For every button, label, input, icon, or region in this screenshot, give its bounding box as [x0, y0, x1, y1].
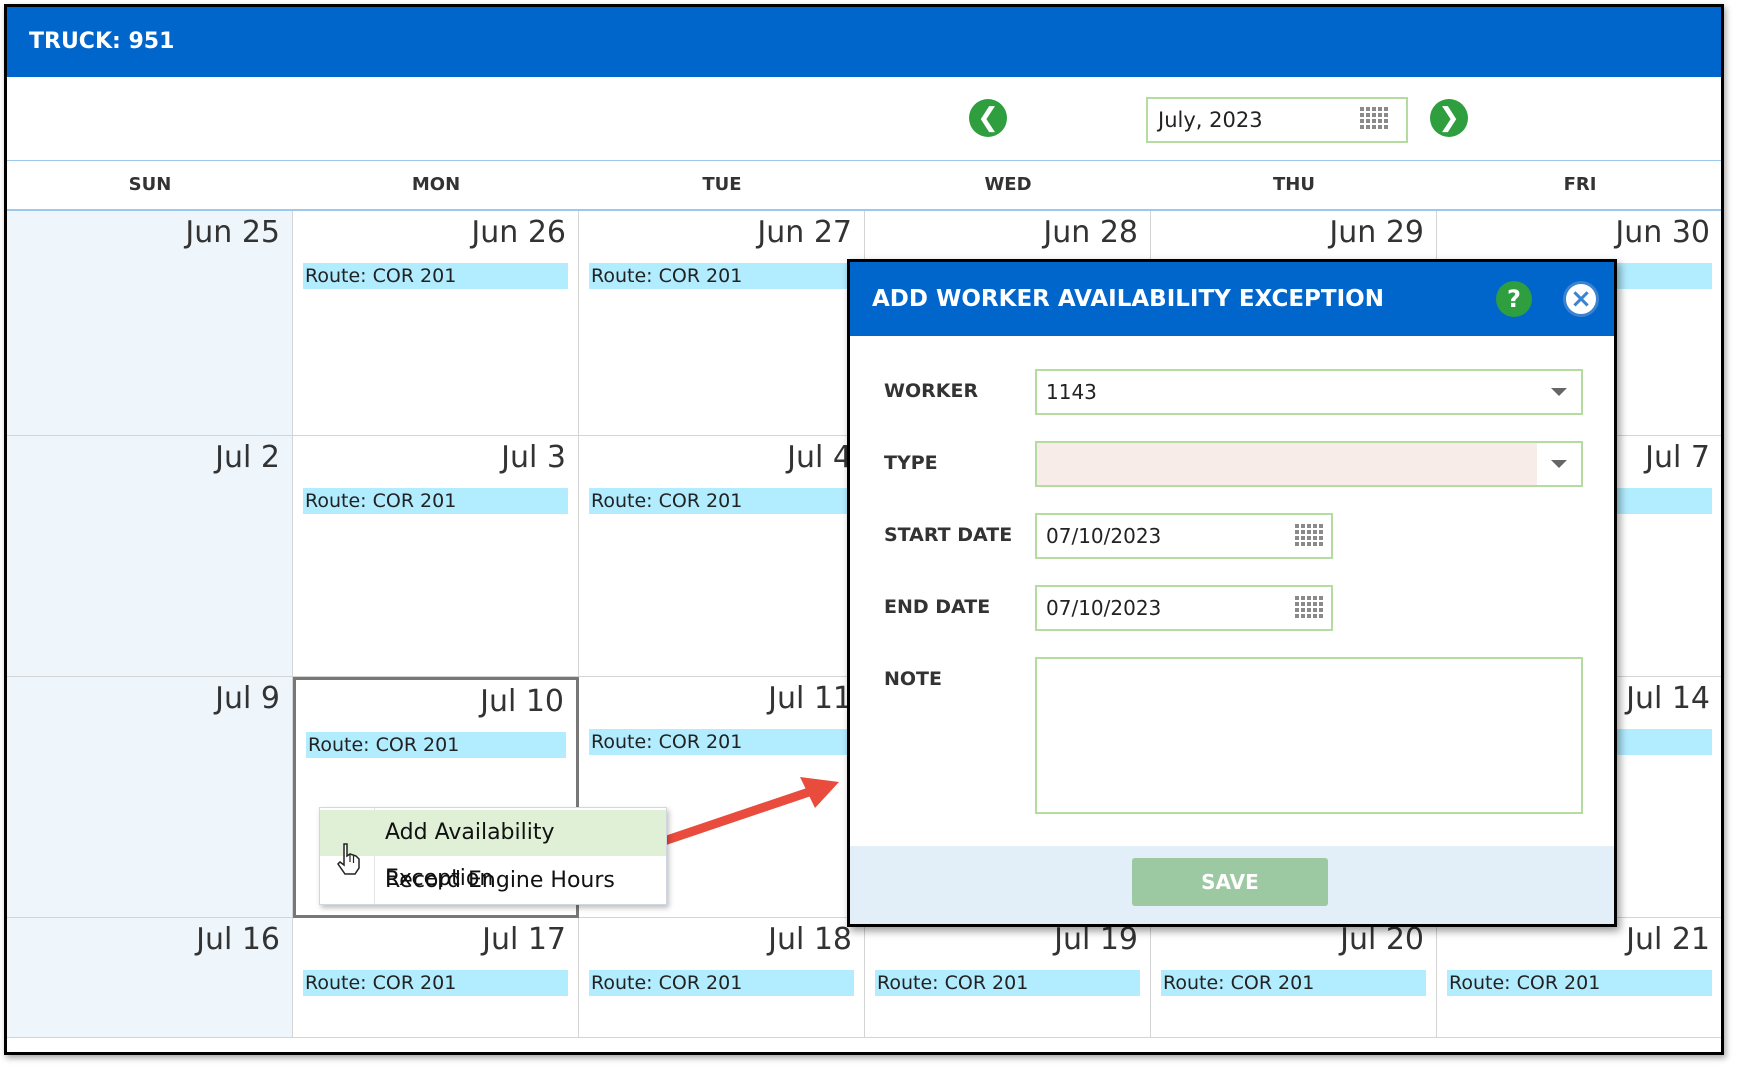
- end-date-label: END DATE: [884, 596, 991, 618]
- hand-pointer-cursor-icon: [337, 843, 360, 875]
- save-button[interactable]: SAVE: [1132, 858, 1328, 906]
- worker-value: 1143: [1046, 380, 1097, 404]
- add-availability-exception-dialog: ADD WORKER AVAILABILITY EXCEPTION ? × WO…: [847, 259, 1617, 927]
- context-menu: Add Availability Exception Record Engine…: [319, 807, 667, 905]
- worker-label: WORKER: [884, 380, 979, 402]
- worker-select[interactable]: 1143: [1035, 369, 1583, 415]
- menu-item-add-availability-exception[interactable]: Add Availability Exception: [320, 810, 666, 891]
- note-label: NOTE: [884, 668, 942, 690]
- type-select[interactable]: [1035, 441, 1583, 487]
- end-date-value: 07/10/2023: [1046, 596, 1162, 620]
- dropdown-arrow-icon: [1537, 443, 1581, 485]
- close-icon: ×: [1570, 284, 1592, 314]
- start-date-value: 07/10/2023: [1046, 524, 1162, 548]
- dialog-header: ADD WORKER AVAILABILITY EXCEPTION ? ×: [850, 262, 1614, 336]
- menu-item-record-engine-hours[interactable]: Record Engine Hours: [320, 858, 666, 904]
- calendar-icon[interactable]: [1295, 524, 1325, 550]
- dialog-footer: SAVE: [850, 846, 1614, 924]
- help-button[interactable]: ?: [1496, 281, 1532, 317]
- close-button[interactable]: ×: [1563, 281, 1599, 317]
- dropdown-arrow-icon: [1537, 371, 1581, 413]
- start-date-label: START DATE: [884, 524, 1013, 546]
- truck-calendar-window: TRUCK: 951 ❮ July, 2023 ❯ SUN MON TUE WE…: [4, 4, 1724, 1055]
- note-textarea[interactable]: [1035, 657, 1583, 814]
- calendar-icon[interactable]: [1295, 596, 1325, 622]
- type-label: TYPE: [884, 452, 938, 474]
- start-date-input[interactable]: 07/10/2023: [1035, 513, 1333, 559]
- help-icon: ?: [1507, 285, 1521, 313]
- dialog-title: ADD WORKER AVAILABILITY EXCEPTION: [872, 286, 1384, 312]
- end-date-input[interactable]: 07/10/2023: [1035, 585, 1333, 631]
